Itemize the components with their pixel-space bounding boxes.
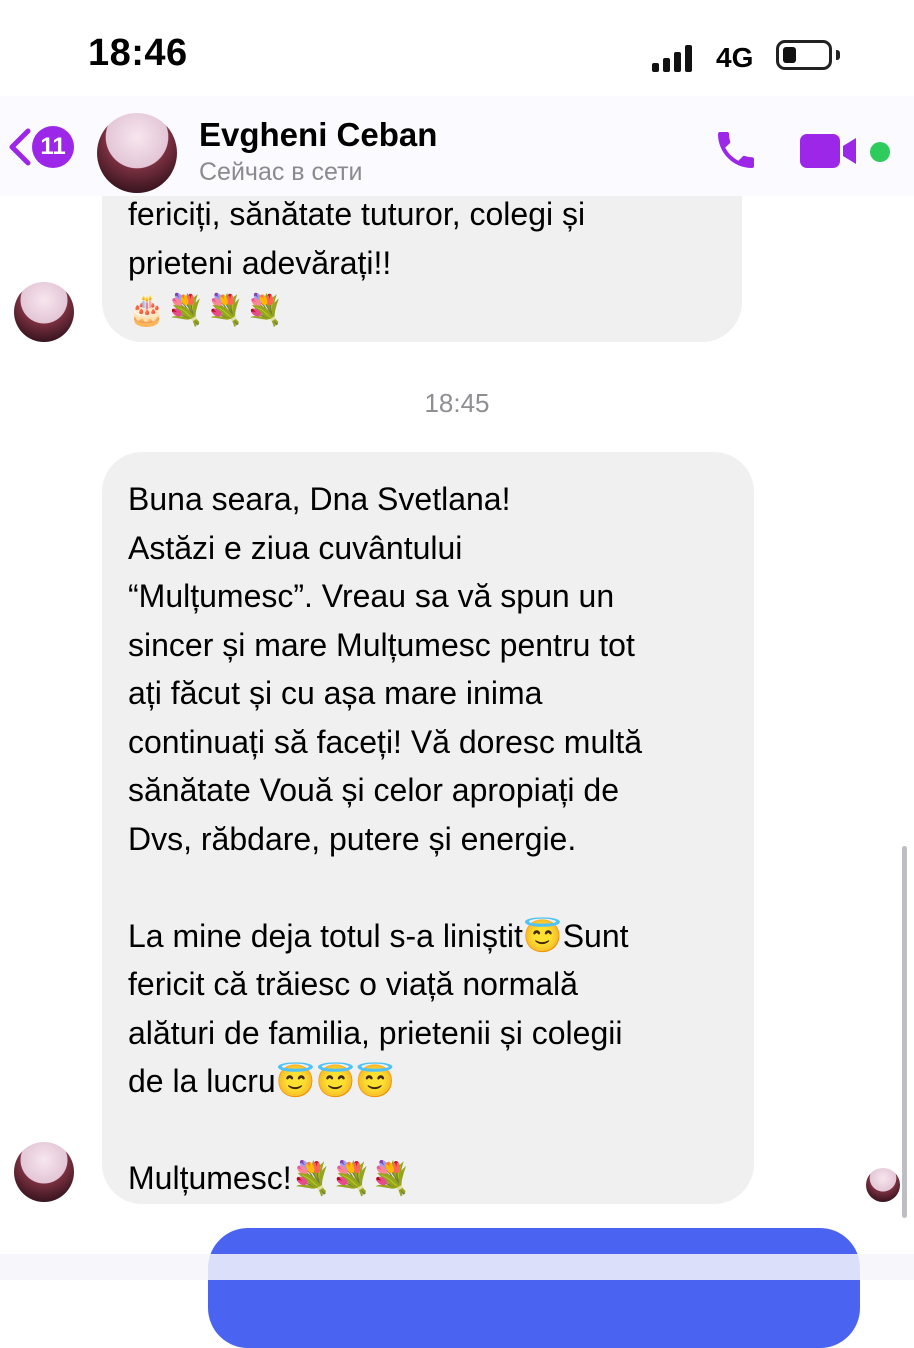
network-type: 4G <box>716 42 754 73</box>
read-receipt-avatar <box>866 1168 900 1202</box>
scrollbar[interactable] <box>902 846 907 1218</box>
status-time: 18:46 <box>88 32 188 74</box>
outgoing-message-bubble[interactable] <box>208 1228 860 1348</box>
bottom-composer-bar <box>0 1254 914 1280</box>
contact-status: Сейчас в сети <box>199 158 363 186</box>
contact-name[interactable]: Evgheni Ceban <box>199 116 437 154</box>
timestamp-separator: 18:45 <box>424 388 490 418</box>
message-emojis: 🎂💐💐💐 <box>128 294 286 327</box>
message-line: fericiți, sănătate tuturor, colegi și <box>128 196 586 232</box>
battery-icon <box>776 40 832 70</box>
back-button[interactable]: 11 <box>6 126 74 168</box>
online-indicator <box>870 142 890 162</box>
unread-count-badge: 11 <box>32 126 74 168</box>
signal-strength-icon <box>652 44 692 72</box>
sender-avatar[interactable] <box>14 1142 74 1202</box>
message-line: prieteni adevărați!! <box>128 244 392 281</box>
phone-call-icon[interactable] <box>710 126 762 174</box>
chat-header: 11 Evgheni Ceban Сейчас в сети <box>0 96 914 196</box>
contact-avatar[interactable] <box>97 113 177 193</box>
sender-avatar[interactable] <box>14 282 74 342</box>
battery-tip <box>836 50 840 60</box>
message-bubble-main[interactable]: Buna seara, Dna Svetlana! Astăzi e ziua … <box>102 452 754 1204</box>
video-call-icon[interactable] <box>800 134 860 168</box>
